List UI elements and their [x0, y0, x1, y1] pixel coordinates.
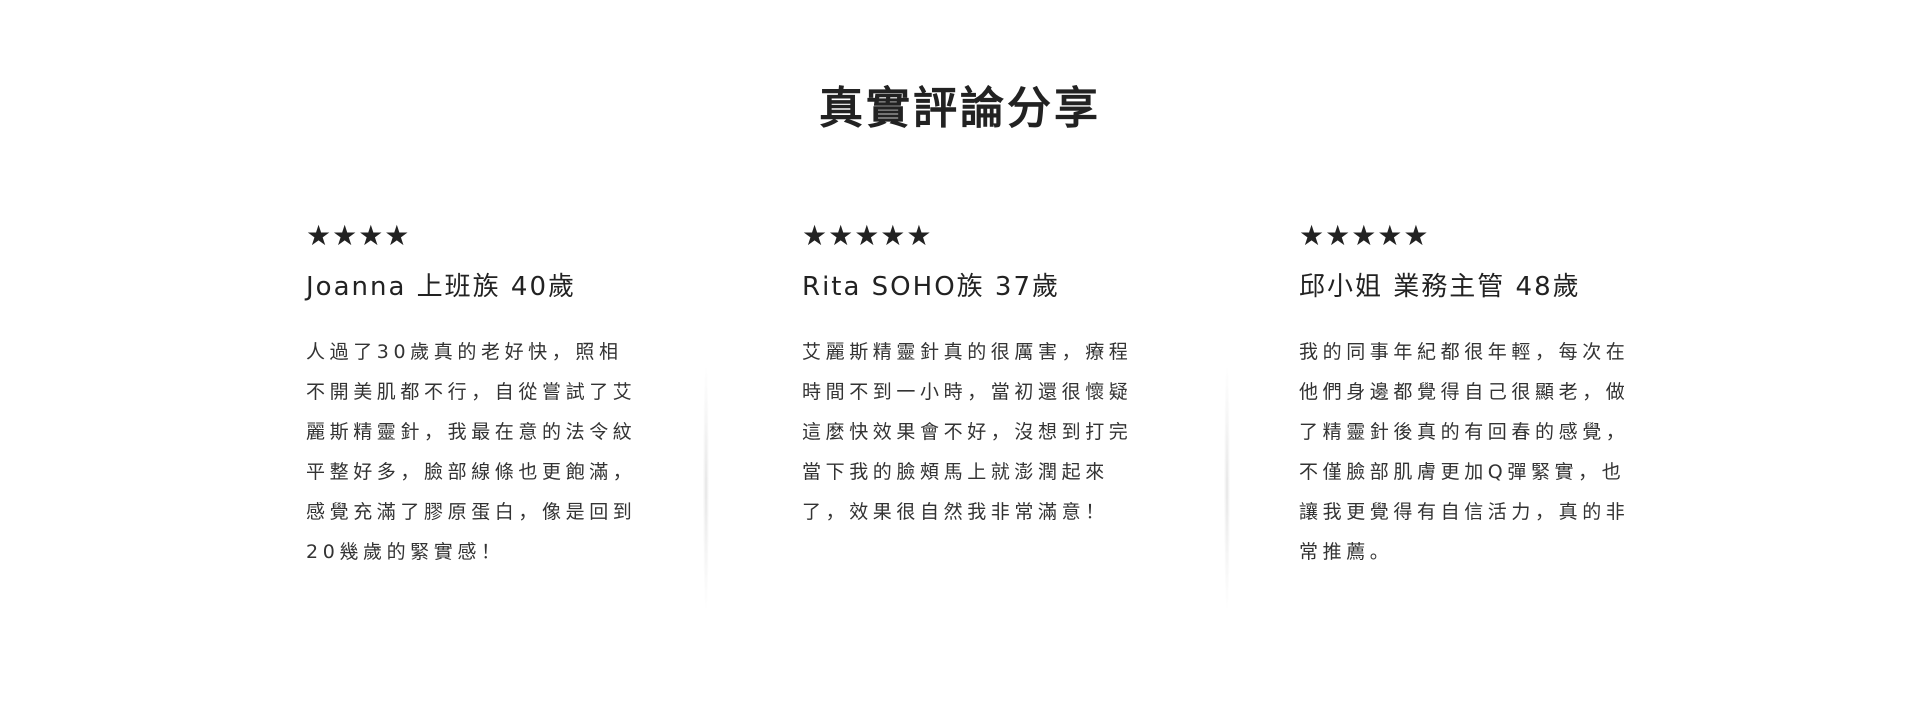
reviewer-name: Rita SOHO族 37歲	[802, 272, 1061, 302]
review-text: 人過了30歲真的老好快，照相不開美肌都不行，自從嘗試了艾麗斯精靈針，我最在意的法…	[306, 341, 637, 563]
review-text: 艾麗斯精靈針真的很厲害，療程時間不到一小時，當初還很懷疑這麼快效果會不好，沒想到…	[802, 341, 1133, 523]
reviews-list: ★★★★ Joanna 上班族 40歲 人過了30歲真的老好快，照相不開美肌都不…	[0, 218, 1920, 618]
reviewer-name: Joanna 上班族 40歲	[306, 272, 577, 302]
review-text: 我的同事年紀都很年輕，每次在他們身邊都覺得自己很顯老，做了精靈針後真的有回春的感…	[1299, 341, 1630, 563]
star-rating: ★★★★★	[802, 219, 933, 252]
card-divider	[1224, 368, 1230, 608]
card-divider	[703, 368, 709, 608]
reviewer-name: 邱小姐 業務主管 48歲	[1299, 272, 1581, 302]
review-card: ★★★★ Joanna 上班族 40歲 人過了30歲真的老好快，照相不開美肌都不…	[306, 218, 646, 572]
review-card: ★★★★★ 邱小姐 業務主管 48歲 我的同事年紀都很年輕，每次在他們身邊都覺得…	[1299, 218, 1639, 572]
star-rating: ★★★★	[306, 219, 411, 252]
section-title: 真實評論分享	[819, 83, 1101, 134]
star-rating: ★★★★★	[1299, 219, 1430, 252]
review-card: ★★★★★ Rita SOHO族 37歲 艾麗斯精靈針真的很厲害，療程時間不到一…	[802, 218, 1142, 532]
